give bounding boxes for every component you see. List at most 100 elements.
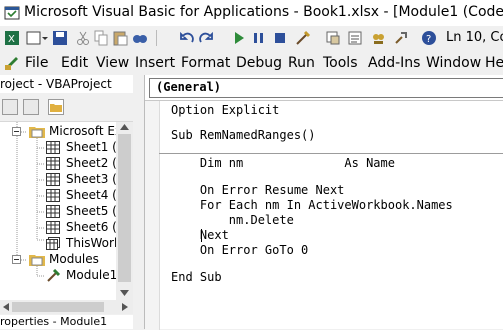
scroll-thumb[interactable] [12,302,104,312]
module-icon [47,269,61,282]
view-code-button[interactable] [2,99,18,115]
project-explorer-header: roject - VBAProject [0,75,133,94]
menu-debug[interactable]: Debug [236,55,282,71]
code-line-11: On Error GoTo 0 [171,243,309,257]
redo-icon[interactable] [199,30,213,46]
text-cursor [201,229,202,242]
excel-menu-icon[interactable] [4,55,20,71]
code-margin [145,101,160,330]
menu-view[interactable]: View [96,55,129,71]
sheet-icon [46,221,60,234]
folder-icon [50,104,62,112]
object-dropdown[interactable]: (General) [149,78,503,98]
save-icon[interactable] [52,30,68,46]
tree-label: Sheet4 ( [66,188,116,202]
tree-node-module1[interactable]: Module1 [0,268,116,284]
properties-pane-header: roperties - Module1 [0,315,133,329]
object-browser-icon[interactable] [370,30,386,46]
tree-label: Sheet2 ( [66,156,116,170]
code-line-8: For Each nm In ActiveWorkbook.Names [171,198,453,212]
svg-text:X: X [8,34,15,45]
collapse-icon[interactable] [12,127,21,136]
tree-node-sheet6[interactable]: Sheet6 ( [0,220,116,236]
menu-run[interactable]: Run [288,55,315,71]
procedure-separator [159,153,503,154]
properties-window-icon[interactable] [347,30,363,46]
sheet-icon [46,189,60,202]
code-line-9: nm.Delete [171,213,294,227]
standard-toolbar: X ? Ln 10, Col [0,26,503,52]
vba-app-icon [4,6,20,20]
tree-label: Sheet5 ( [66,204,116,218]
code-line-13: End Sub [171,270,222,284]
project-explorer-title: roject - VBAProject [0,77,112,91]
code-line-5: Dim nm As Name [171,156,395,170]
copy-icon[interactable] [94,30,108,46]
tree-node-sheet4[interactable]: Sheet4 ( [0,188,116,204]
project-explorer-toolbar [0,93,133,122]
tree-node-sheet1[interactable]: Sheet1 ( [0,140,116,156]
sheet-icon [46,157,60,170]
code-editor[interactable]: Option Explicit Sub RemNamedRanges() Dim… [145,100,503,330]
undo-icon[interactable] [180,30,194,46]
insert-userform-icon[interactable] [26,30,48,46]
menu-format[interactable]: Format [181,55,230,71]
tree-horizontal-scrollbar[interactable] [0,300,133,314]
menu-insert[interactable]: Insert [135,55,175,71]
collapse-icon[interactable] [12,255,21,264]
excel-icon[interactable]: X [4,30,20,46]
tree-node-sheet3[interactable]: Sheet3 ( [0,172,116,188]
reset-icon[interactable] [273,30,287,46]
tree-node-sheet5[interactable]: Sheet5 ( [0,204,116,220]
menu-bar: File Edit View Insert Format Debug Run T… [0,51,503,75]
scroll-thumb[interactable] [118,134,131,282]
tree-label: Module1 [66,268,116,282]
menu-window[interactable]: Window [426,55,481,71]
break-icon[interactable] [252,30,266,46]
toolbox-icon[interactable] [393,30,409,46]
tree-label: Sheet6 ( [66,220,116,234]
menu-file[interactable]: File [25,55,48,71]
tree-vertical-scrollbar[interactable] [116,122,133,300]
title-bar: Microsoft Visual Basic for Applications … [0,0,503,26]
svg-text:?: ? [426,34,431,45]
scroll-up-icon[interactable] [120,124,129,130]
scroll-down-icon[interactable] [120,290,129,296]
project-explorer-icon[interactable] [325,30,341,46]
tree-node-thisworkbook[interactable]: ThisWork [0,236,116,252]
folder-icon [29,127,45,138]
find-icon[interactable] [132,30,148,46]
help-icon[interactable]: ? [421,30,437,46]
workbook-icon [46,237,60,250]
menu-edit[interactable]: Edit [61,55,88,71]
tree-node-sheet2[interactable]: Sheet2 ( [0,156,116,172]
menu-tools[interactable]: Tools [323,55,358,71]
tree-label: Sheet1 ( [66,140,116,154]
tree-node-microsoft-excel-objects[interactable]: Microsoft Ex [0,124,116,140]
code-line-1: Option Explicit [171,103,280,117]
sheet-icon [46,173,60,186]
cut-icon[interactable] [76,30,90,46]
tree-label: Sheet3 ( [66,172,116,186]
sheet-icon [46,205,60,218]
view-object-button[interactable] [23,99,39,115]
menu-help[interactable]: He [485,55,503,71]
project-explorer-pane: roject - VBAProject Microsoft Ex Sheet1 … [0,75,133,329]
window-title: Microsoft Visual Basic for Applications … [24,4,503,20]
properties-pane-title: roperties - Module1 [0,315,108,328]
scroll-right-icon[interactable] [122,303,128,311]
tree-label: Modules [49,252,99,266]
design-mode-icon[interactable] [295,30,311,46]
menu-add-ins[interactable]: Add-Ins [368,55,420,71]
toolbar-separator [156,30,157,46]
tree-label: Microsoft Ex [49,124,116,138]
tree-node-modules[interactable]: Modules [0,252,116,268]
project-tree: Microsoft Ex Sheet1 ( Sheet2 ( Sheet3 ( … [0,122,116,300]
cursor-position-indicator: Ln 10, Col [446,30,503,45]
scroll-left-icon[interactable] [3,303,9,311]
sheet-icon [46,141,60,154]
run-icon[interactable] [232,30,246,46]
toggle-folders-button[interactable] [48,99,64,115]
folder-icon [29,255,45,266]
paste-icon[interactable] [112,30,128,46]
